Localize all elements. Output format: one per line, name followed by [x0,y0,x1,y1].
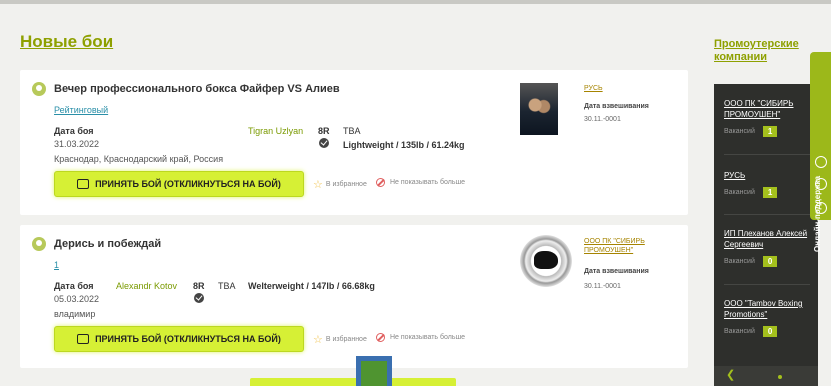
promoter-list: ООО ПК "СИБИРЬ ПРОМОУШЕН" Вакансий 1 РУС… [714,84,818,386]
chat-icon [77,179,90,189]
promoter-name[interactable]: ИП Плеханов Алексей Сергеевич [724,228,814,250]
favorite-label: В избранное [325,181,367,188]
event-poster[interactable] [520,83,558,135]
help-icon[interactable] [815,156,827,168]
vacancy-label: Вакансий [724,258,755,265]
favorite-label: В избранное [325,336,367,343]
promoter-link[interactable]: ООО ПК "СИБИРЬ ПРОМОУШЕН" [584,237,664,255]
promoter-link[interactable]: РУСЬ [584,84,664,93]
fight-location: Краснодар, Краснодарский край, Россия [54,154,224,164]
divider [724,154,810,155]
skype-icon[interactable] [815,202,827,214]
hide-button[interactable]: Не показывать больше [376,333,465,342]
weigh-in-label: Дата взвешивания [584,268,649,275]
rounds: 8R [318,126,330,136]
divider [724,284,810,285]
user-icon [32,237,46,251]
accept-fight-label: ПРИНЯТЬ БОЙ (ОТКЛИКНУТЬСЯ НА БОЙ) [95,334,281,344]
favorite-button[interactable]: ☆ В избранное [313,333,367,346]
vacancy-count: 1 [762,187,778,198]
opponent-link[interactable]: Tigran Uzlyan [248,126,303,136]
accept-fight-button[interactable]: ПРИНЯТЬ БОЙ (ОТКЛИКНУТЬСЯ НА БОЙ) [54,326,304,352]
fight-date-label: Дата боя [54,126,94,136]
chevron-left-icon[interactable]: ❮ [726,368,735,381]
vacancy-label: Вакансий [724,189,755,196]
fight-tag[interactable]: Рейтинговый [54,105,108,115]
promoter-item[interactable]: ИП Плеханов Алексей Сергеевич Вакансий 0 [724,228,814,267]
scroll-top-button[interactable] [356,356,392,386]
vacancy-label: Вакансий [724,328,755,335]
vacancies: Вакансий 1 [724,126,814,137]
star-icon: ☆ [313,334,323,346]
user-icon [32,82,46,96]
page-title[interactable]: Новые бои [20,32,113,52]
tba: TBA [343,126,361,136]
pager-dot[interactable] [778,375,782,379]
promoter-item[interactable]: ООО ПК "СИБИРЬ ПРОМОУШЕН" Вакансий 1 [724,98,814,137]
fight-date-label: Дата боя [54,281,94,291]
accept-fight-label: ПРИНЯТЬ БОЙ (ОТКЛИКНУТЬСЯ НА БОЙ) [95,179,281,189]
vacancy-count: 0 [762,256,778,267]
accept-fight-button[interactable]: ПРИНЯТЬ БОЙ (ОТКЛИКНУТЬСЯ НА БОЙ) [54,171,304,197]
online-support-label: Онлайн-поддержка [813,175,822,252]
whatsapp-icon[interactable] [815,178,827,190]
divider [724,214,810,215]
promoter-name[interactable]: ООО ПК "СИБИРЬ ПРОМОУШЕН" [724,98,814,120]
check-icon [194,293,204,303]
weight-class: Lightweight / 135lb / 61.24kg [343,140,465,150]
tba: TBA [218,281,236,291]
fight-date: 05.03.2022 [54,294,100,304]
sidebar-pager: ❮ [714,366,818,386]
opponent-link[interactable]: Alexandr Kotov [116,281,177,291]
promoter-item[interactable]: РУСЬ Вакансий 1 [724,170,814,198]
fight-date: 31.03.2022 [54,139,100,149]
hide-button[interactable]: Не показывать больше [376,178,465,187]
promoter-name[interactable]: РУСЬ [724,170,814,181]
star-icon: ☆ [313,179,323,191]
weigh-in-date: 30.11.-0001 [584,116,621,123]
ban-icon [376,333,385,342]
fight-tag[interactable]: 1 [54,260,59,270]
favorite-button[interactable]: ☆ В избранное [313,178,367,191]
hide-label: Не показывать больше [390,179,466,186]
rounds: 8R [193,281,205,291]
vacancies: Вакансий 0 [724,256,814,267]
fight-location: владимир [54,309,96,319]
load-more-button[interactable] [250,378,456,386]
hide-label: Не показывать больше [390,334,466,341]
vacancies: Вакансий 0 [724,326,814,337]
weigh-in-label: Дата взвешивания [584,103,649,110]
vacancies: Вакансий 1 [724,187,814,198]
fight-title[interactable]: Вечер профессионального бокса Файфер VS … [54,83,340,95]
weight-class: Welterweight / 147lb / 66.68kg [248,281,375,291]
vacancy-count: 0 [762,326,778,337]
promoter-name[interactable]: ООО "Tambov Boxing Promotions" [724,298,814,320]
ban-icon [376,178,385,187]
online-support-tab[interactable]: Онлайн-поддержка [810,52,831,252]
promoter-item[interactable]: ООО "Tambov Boxing Promotions" Вакансий … [724,298,814,337]
fight-card: Вечер профессионального бокса Файфер VS … [20,70,688,215]
promoter-logo[interactable] [520,235,572,287]
sidebar-title[interactable]: Промоутерские компании [714,38,814,64]
vacancy-label: Вакансий [724,128,755,135]
check-icon [319,138,329,148]
vacancy-count: 1 [762,126,778,137]
fight-title[interactable]: Дерись и побеждай [54,238,161,250]
top-border [0,0,831,4]
fight-card: Дерись и побеждай 1 Дата боя 05.03.2022 … [20,225,688,368]
weigh-in-date: 30.11.-0001 [584,283,621,290]
chat-icon [77,334,90,344]
